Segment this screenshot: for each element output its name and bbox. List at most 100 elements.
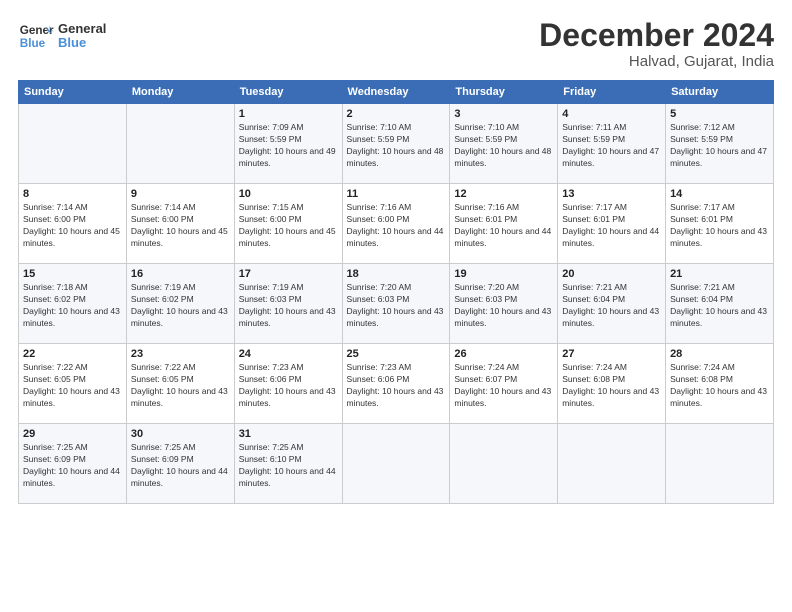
day-number: 29	[23, 428, 122, 440]
calendar-cell: 8 Sunrise: 7:14 AMSunset: 6:00 PMDaylight…	[19, 184, 127, 264]
calendar-cell: 12 Sunrise: 7:16 AMSunset: 6:01 PMDayligh…	[450, 184, 558, 264]
day-info: Sunrise: 7:16 AMSunset: 6:00 PMDaylight:…	[347, 202, 446, 250]
calendar-cell	[342, 424, 450, 504]
calendar-cell: 4Sunrise: 7:11 AMSunset: 5:59 PMDaylight…	[558, 104, 666, 184]
day-info: Sunrise: 7:19 AMSunset: 6:02 PMDaylight:…	[131, 282, 230, 330]
day-info: Sunrise: 7:21 AMSunset: 6:04 PMDaylight:…	[562, 282, 661, 330]
month-title: December 2024	[539, 18, 774, 53]
calendar-cell	[666, 424, 774, 504]
day-number: 27	[562, 348, 661, 360]
day-info: Sunrise: 7:20 AMSunset: 6:03 PMDaylight:…	[454, 282, 553, 330]
calendar-cell: 11 Sunrise: 7:16 AMSunset: 6:00 PMDayligh…	[342, 184, 450, 264]
day-number: 24	[239, 348, 338, 360]
calendar-cell: 25 Sunrise: 7:23 AMSunset: 6:06 PMDayligh…	[342, 344, 450, 424]
day-info: Sunrise: 7:25 AMSunset: 6:09 PMDaylight:…	[131, 442, 230, 490]
day-info: Sunrise: 7:15 AMSunset: 6:00 PMDaylight:…	[239, 202, 338, 250]
day-info: Sunrise: 7:23 AMSunset: 6:06 PMDaylight:…	[347, 362, 446, 410]
day-info: Sunrise: 7:19 AMSunset: 6:03 PMDaylight:…	[239, 282, 338, 330]
calendar-cell: 18 Sunrise: 7:20 AMSunset: 6:03 PMDayligh…	[342, 264, 450, 344]
calendar-cell: 19 Sunrise: 7:20 AMSunset: 6:03 PMDayligh…	[450, 264, 558, 344]
day-number: 20	[562, 268, 661, 280]
calendar: Sunday Monday Tuesday Wednesday Thursday…	[18, 80, 774, 504]
logo: General Blue General Blue	[18, 18, 106, 54]
day-number: 30	[131, 428, 230, 440]
day-number: 21	[670, 268, 769, 280]
day-number: 22	[23, 348, 122, 360]
col-wednesday: Wednesday	[342, 81, 450, 104]
svg-text:Blue: Blue	[20, 37, 46, 50]
day-number: 5	[670, 108, 769, 120]
calendar-cell: 15Sunrise: 7:18 AMSunset: 6:02 PMDayligh…	[19, 264, 127, 344]
day-info: Sunrise: 7:22 AMSunset: 6:05 PMDaylight:…	[131, 362, 230, 410]
day-number: 13	[562, 188, 661, 200]
col-friday: Friday	[558, 81, 666, 104]
day-number: 2	[347, 108, 446, 120]
day-number: 15	[23, 268, 122, 280]
calendar-week-5: 29 Sunrise: 7:25 AMSunset: 6:09 PMDayligh…	[19, 424, 774, 504]
calendar-cell: 3Sunrise: 7:10 AMSunset: 5:59 PMDaylight…	[450, 104, 558, 184]
day-info: Sunrise: 7:23 AMSunset: 6:06 PMDaylight:…	[239, 362, 338, 410]
logo-general: General	[58, 22, 106, 36]
page: General Blue General Blue December 2024 …	[0, 0, 792, 612]
day-info: Sunrise: 7:12 AMSunset: 5:59 PMDaylight:…	[670, 122, 769, 170]
day-number: 8	[23, 188, 122, 200]
day-number: 12	[454, 188, 553, 200]
calendar-week-4: 22 Sunrise: 7:22 AMSunset: 6:05 PMDayligh…	[19, 344, 774, 424]
day-number: 18	[347, 268, 446, 280]
day-info: Sunrise: 7:17 AMSunset: 6:01 PMDaylight:…	[562, 202, 661, 250]
calendar-cell	[450, 424, 558, 504]
calendar-week-2: 8 Sunrise: 7:14 AMSunset: 6:00 PMDaylight…	[19, 184, 774, 264]
calendar-cell: 27 Sunrise: 7:24 AMSunset: 6:08 PMDayligh…	[558, 344, 666, 424]
location: Halvad, Gujarat, India	[539, 53, 774, 70]
calendar-cell: 17 Sunrise: 7:19 AMSunset: 6:03 PMDayligh…	[234, 264, 342, 344]
day-info: Sunrise: 7:24 AMSunset: 6:08 PMDaylight:…	[670, 362, 769, 410]
calendar-cell: 14 Sunrise: 7:17 AMSunset: 6:01 PMDayligh…	[666, 184, 774, 264]
day-number: 25	[347, 348, 446, 360]
calendar-cell: 20 Sunrise: 7:21 AMSunset: 6:04 PMDayligh…	[558, 264, 666, 344]
calendar-cell: 16Sunrise: 7:19 AMSunset: 6:02 PMDayligh…	[126, 264, 234, 344]
day-info: Sunrise: 7:22 AMSunset: 6:05 PMDaylight:…	[23, 362, 122, 410]
calendar-cell: 22 Sunrise: 7:22 AMSunset: 6:05 PMDayligh…	[19, 344, 127, 424]
calendar-week-1: 1 Sunrise: 7:09 AMSunset: 5:59 PMDaylight…	[19, 104, 774, 184]
calendar-cell: 5 Sunrise: 7:12 AMSunset: 5:59 PMDaylight…	[666, 104, 774, 184]
calendar-cell	[126, 104, 234, 184]
day-info: Sunrise: 7:10 AMSunset: 5:59 PMDaylight:…	[347, 122, 446, 170]
calendar-cell: 13 Sunrise: 7:17 AMSunset: 6:01 PMDayligh…	[558, 184, 666, 264]
day-info: Sunrise: 7:24 AMSunset: 6:07 PMDaylight:…	[454, 362, 553, 410]
day-number: 19	[454, 268, 553, 280]
calendar-cell: 28Sunrise: 7:24 AMSunset: 6:08 PMDayligh…	[666, 344, 774, 424]
day-number: 31	[239, 428, 338, 440]
calendar-cell: 29 Sunrise: 7:25 AMSunset: 6:09 PMDayligh…	[19, 424, 127, 504]
day-info: Sunrise: 7:16 AMSunset: 6:01 PMDaylight:…	[454, 202, 553, 250]
day-info: Sunrise: 7:24 AMSunset: 6:08 PMDaylight:…	[562, 362, 661, 410]
calendar-cell	[19, 104, 127, 184]
calendar-cell	[558, 424, 666, 504]
day-info: Sunrise: 7:17 AMSunset: 6:01 PMDaylight:…	[670, 202, 769, 250]
col-monday: Monday	[126, 81, 234, 104]
calendar-week-3: 15Sunrise: 7:18 AMSunset: 6:02 PMDayligh…	[19, 264, 774, 344]
logo-blue: Blue	[58, 36, 106, 50]
day-number: 1	[239, 108, 338, 120]
day-number: 14	[670, 188, 769, 200]
day-info: Sunrise: 7:25 AMSunset: 6:10 PMDaylight:…	[239, 442, 338, 490]
calendar-cell: 31 Sunrise: 7:25 AMSunset: 6:10 PMDayligh…	[234, 424, 342, 504]
day-info: Sunrise: 7:20 AMSunset: 6:03 PMDaylight:…	[347, 282, 446, 330]
title-block: December 2024 Halvad, Gujarat, India	[539, 18, 774, 70]
calendar-cell: 24 Sunrise: 7:23 AMSunset: 6:06 PMDayligh…	[234, 344, 342, 424]
day-number: 11	[347, 188, 446, 200]
day-info: Sunrise: 7:21 AMSunset: 6:04 PMDaylight:…	[670, 282, 769, 330]
calendar-cell: 21 Sunrise: 7:21 AMSunset: 6:04 PMDayligh…	[666, 264, 774, 344]
day-number: 3	[454, 108, 553, 120]
day-number: 17	[239, 268, 338, 280]
col-saturday: Saturday	[666, 81, 774, 104]
calendar-cell: 1 Sunrise: 7:09 AMSunset: 5:59 PMDaylight…	[234, 104, 342, 184]
day-number: 9	[131, 188, 230, 200]
day-info: Sunrise: 7:14 AMSunset: 6:00 PMDaylight:…	[23, 202, 122, 250]
logo-icon: General Blue	[18, 18, 54, 54]
calendar-cell: 26Sunrise: 7:24 AMSunset: 6:07 PMDayligh…	[450, 344, 558, 424]
calendar-cell: 10Sunrise: 7:15 AMSunset: 6:00 PMDayligh…	[234, 184, 342, 264]
day-info: Sunrise: 7:25 AMSunset: 6:09 PMDaylight:…	[23, 442, 122, 490]
header-row: Sunday Monday Tuesday Wednesday Thursday…	[19, 81, 774, 104]
day-info: Sunrise: 7:09 AMSunset: 5:59 PMDaylight:…	[239, 122, 338, 170]
day-info: Sunrise: 7:14 AMSunset: 6:00 PMDaylight:…	[131, 202, 230, 250]
